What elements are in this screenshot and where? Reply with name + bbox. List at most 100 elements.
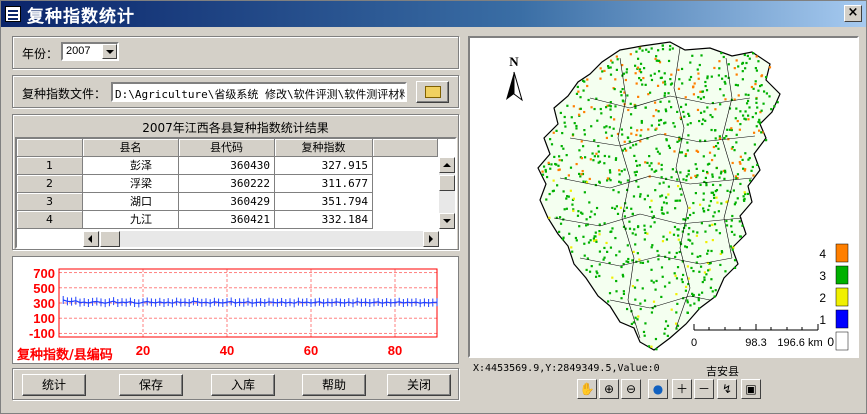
raster-cell — [644, 161, 647, 164]
raster-cell — [541, 170, 544, 173]
raster-cell — [639, 307, 642, 311]
row-header[interactable]: 3 — [17, 193, 83, 211]
raster-cell — [635, 82, 638, 85]
zoom-out-icon[interactable]: ⊖ — [621, 379, 641, 399]
table-cell[interactable]: 九江 — [83, 211, 179, 229]
file-path-input[interactable]: D:\Agriculture\省级系统_修改\软件评测\软件测评材料 — [111, 82, 407, 102]
table-cell[interactable]: 浮梁 — [83, 175, 179, 193]
hscroll-thumb[interactable] — [100, 231, 120, 247]
raster-cell — [657, 119, 661, 122]
save-icon[interactable]: ▣ — [741, 379, 761, 399]
import-button[interactable]: 入库 — [211, 374, 275, 396]
raster-cell — [693, 302, 696, 305]
chevron-down-icon[interactable] — [102, 44, 117, 59]
raster-cell — [699, 255, 702, 258]
row-header[interactable]: 1 — [17, 157, 83, 175]
raster-cell — [760, 109, 763, 112]
map-canvas[interactable]: N 4 3 2 1 0 0 98.3 196.6 km — [470, 38, 857, 356]
zoom-in-icon[interactable]: ⊕ — [599, 379, 619, 399]
table-cell[interactable]: 360430 — [179, 157, 275, 175]
raster-cell — [566, 195, 569, 198]
raster-cell — [713, 295, 716, 298]
raster-cell — [713, 196, 716, 199]
raster-cell — [549, 138, 552, 141]
scroll-thumb[interactable] — [439, 175, 455, 191]
table-cell[interactable]: 湖口 — [83, 193, 179, 211]
raster-cell — [711, 175, 714, 178]
raster-cell — [745, 61, 748, 65]
minus-icon[interactable]: － — [694, 379, 714, 399]
raster-cell — [702, 192, 705, 195]
horizontal-scrollbar[interactable] — [83, 231, 439, 247]
close-button[interactable]: × — [844, 5, 862, 22]
raster-cell — [687, 173, 690, 176]
raster-cell — [596, 119, 599, 122]
raster-cell — [695, 167, 698, 170]
help-button[interactable]: 帮助 — [302, 374, 366, 396]
raster-cell — [560, 145, 563, 148]
raster-cell — [751, 115, 754, 119]
raster-cell — [735, 133, 738, 136]
row-header[interactable]: 2 — [17, 175, 83, 193]
column-header[interactable]: 县名 — [83, 139, 179, 157]
scroll-down-icon[interactable] — [439, 213, 455, 229]
browse-button[interactable] — [416, 81, 449, 103]
raster-cell — [579, 175, 582, 178]
raster-cell — [588, 270, 592, 273]
raster-cell — [618, 169, 621, 172]
raster-cell — [702, 198, 705, 201]
raster-cell — [563, 121, 566, 124]
raster-cell — [598, 181, 602, 184]
save-button[interactable]: 保存 — [119, 374, 183, 396]
pan-icon[interactable]: ✋ — [577, 379, 597, 399]
plus-icon[interactable]: ＋ — [672, 379, 692, 399]
raster-cell — [680, 67, 684, 71]
table-cell[interactable]: 351.794 — [275, 193, 373, 211]
raster-cell — [686, 311, 689, 315]
raster-cell — [702, 169, 705, 173]
scroll-left-icon[interactable] — [83, 231, 99, 247]
raster-cell — [582, 89, 585, 92]
close-dialog-button[interactable]: 关闭 — [387, 374, 451, 396]
scroll-right-icon[interactable] — [423, 231, 439, 247]
row-header[interactable]: 4 — [17, 211, 83, 229]
raster-cell — [606, 177, 610, 180]
identify-icon[interactable]: ↯ — [717, 379, 737, 399]
raster-cell — [700, 222, 703, 225]
raster-cell — [704, 119, 707, 122]
column-header[interactable]: 县代码 — [179, 139, 275, 157]
table-cell[interactable]: 彭泽 — [83, 157, 179, 175]
map-view[interactable]: N 4 3 2 1 0 0 98.3 196.6 km — [468, 36, 859, 358]
raster-cell — [626, 136, 629, 139]
raster-cell — [699, 183, 702, 187]
table-cell[interactable]: 332.184 — [275, 211, 373, 229]
raster-cell — [615, 290, 618, 293]
raster-cell — [694, 163, 697, 166]
raster-cell — [620, 94, 623, 97]
raster-cell — [768, 95, 771, 98]
vertical-scrollbar[interactable] — [439, 157, 455, 229]
column-header[interactable]: 复种指数 — [275, 139, 373, 157]
stat-button[interactable]: 统计 — [22, 374, 86, 396]
raster-cell — [547, 161, 550, 164]
raster-cell — [626, 244, 629, 247]
title-bar: 复种指数统计 × — [1, 1, 866, 27]
raster-cell — [711, 173, 714, 176]
table-cell[interactable]: 311.677 — [275, 175, 373, 193]
raster-cell — [709, 286, 712, 289]
raster-cell — [752, 52, 755, 55]
raster-cell — [611, 227, 614, 230]
scroll-up-icon[interactable] — [439, 157, 455, 173]
table-cell[interactable]: 327.915 — [275, 157, 373, 175]
raster-cell — [735, 107, 738, 110]
year-select[interactable]: 2007 — [61, 42, 119, 61]
table-cell[interactable]: 360421 — [179, 211, 275, 229]
raster-cell — [644, 83, 647, 86]
raster-cell — [639, 134, 642, 137]
table-cell[interactable]: 360429 — [179, 193, 275, 211]
raster-cell — [614, 78, 617, 81]
table-cell[interactable]: 360222 — [179, 175, 275, 193]
raster-cell — [579, 107, 582, 110]
raster-cell — [642, 330, 646, 334]
globe-icon[interactable]: ● — [648, 379, 668, 399]
